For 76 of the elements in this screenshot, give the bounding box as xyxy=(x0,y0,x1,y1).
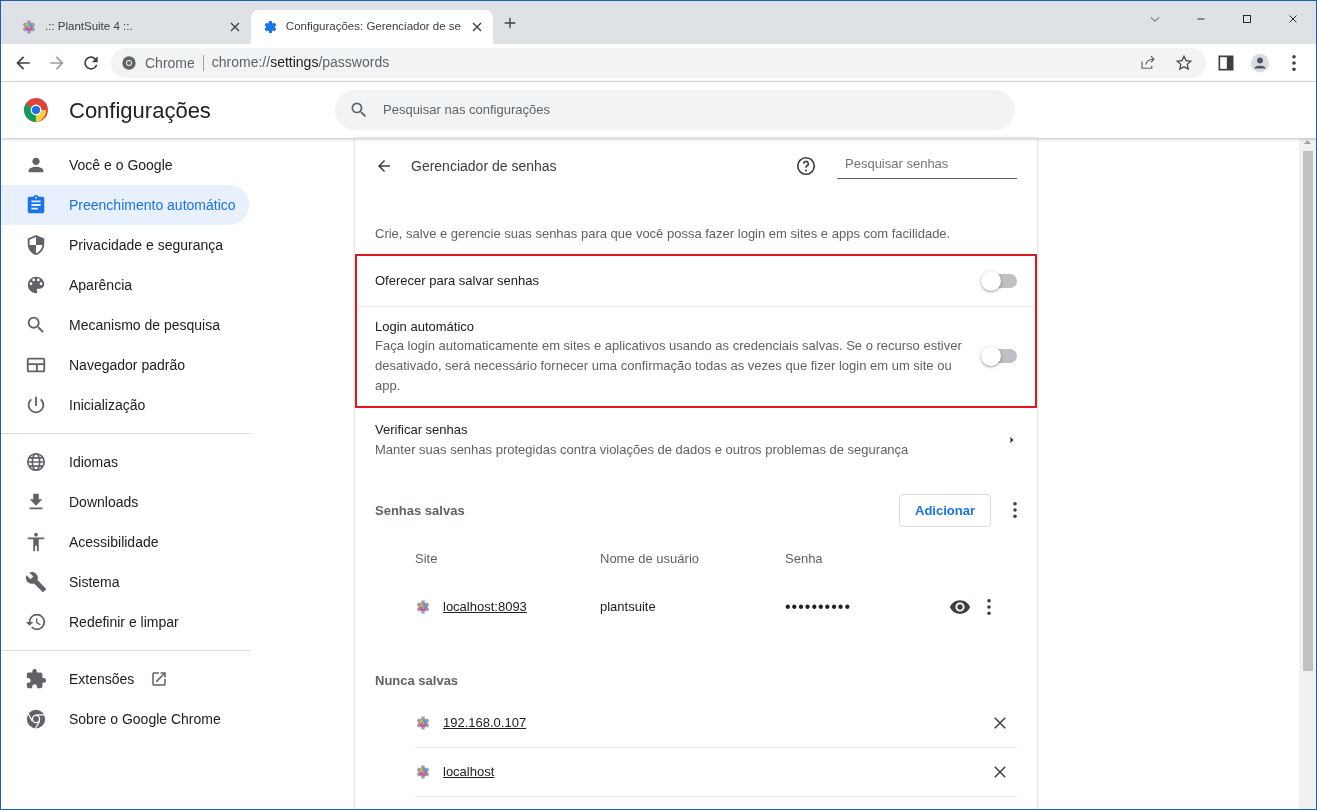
palette-icon xyxy=(25,274,47,296)
sidebar-item[interactable]: Sistema xyxy=(1,562,249,602)
setting-description: Manter suas senhas protegidas contra violações de dados e outros problemas de segurança xyxy=(375,440,910,459)
site-link[interactable]: localhost xyxy=(443,761,731,782)
sidebar-item[interactable]: Idiomas xyxy=(1,442,249,482)
chrome-logo-icon xyxy=(23,97,49,123)
clipboard-icon xyxy=(25,194,47,216)
sidebar-item[interactable]: Aparência xyxy=(1,265,249,305)
sidebar-item[interactable]: Redefinir e limpar xyxy=(1,602,249,642)
accessibility-icon xyxy=(25,531,47,553)
more-vertical-icon xyxy=(1013,502,1017,519)
globe-icon xyxy=(25,451,47,473)
maximize-icon xyxy=(1240,12,1254,26)
description-text: Crie, salve e gerencie suas senhas para que você possa fazer login em sites e apps com facilidade. xyxy=(374,225,952,243)
site-gear-icon xyxy=(415,714,431,731)
setting-label: Login automático xyxy=(375,317,475,336)
page-title: Configurações xyxy=(69,96,212,125)
browser-tab[interactable]: .:: PlantSuite 4 ::. xyxy=(9,10,251,44)
more-vertical-icon xyxy=(987,599,991,615)
password-dots: •••••••••• xyxy=(785,597,851,617)
toggle-switch[interactable] xyxy=(983,273,1017,288)
search-icon xyxy=(25,314,47,336)
address-bar[interactable]: Chrome chrome://settings/passwords xyxy=(111,47,1206,78)
site-chip-label: Chrome xyxy=(145,54,204,71)
username-text: plantsuite xyxy=(600,598,656,617)
toggle-switch[interactable] xyxy=(983,349,1017,364)
help-button[interactable] xyxy=(795,155,817,177)
site-link[interactable]: 192.168.0.107 xyxy=(443,712,747,733)
sidebar-item[interactable]: Privacidade e segurança xyxy=(1,225,249,265)
scrollbar[interactable] xyxy=(1299,138,1316,809)
setting-description: Faça login automaticamente em sites e aplicativos usando as credenciais salvas. Se o recurso estiver desativado, será necessário fornecer uma confirmação todas as vezes que fizer login em um site ou app. xyxy=(375,337,963,395)
section-heading: Senhas salvas xyxy=(375,501,466,520)
more-vertical-icon xyxy=(1292,54,1296,71)
column-header: Nome de usuário xyxy=(600,550,700,569)
password-search-field[interactable]: Pesquisar senhas xyxy=(843,152,1023,175)
shield-icon xyxy=(25,234,47,256)
settings-search-bar[interactable]: Pesquisar nas configurações xyxy=(335,90,1015,130)
sidebar-item[interactable]: Downloads xyxy=(1,482,249,522)
setting-label: Verificar senhas xyxy=(375,421,469,439)
url-text: chrome://settings/passwords xyxy=(211,53,391,72)
star-icon xyxy=(1175,53,1193,72)
sidebar-item[interactable]: Mecanismo de pesquisa xyxy=(1,305,249,345)
wrench-icon xyxy=(25,571,47,593)
settings-search-field[interactable]: Pesquisar nas configurações xyxy=(381,99,1001,121)
sidebar-item[interactable]: Sobre o Google Chrome xyxy=(1,699,249,739)
sidebar-item[interactable]: Navegador padrão xyxy=(1,345,249,385)
search-icon xyxy=(349,100,369,120)
share-icon xyxy=(1139,53,1157,72)
avatar-icon xyxy=(1250,52,1270,73)
chrome-logo-icon xyxy=(25,708,47,730)
gear-icon xyxy=(263,19,278,35)
sidebar-item[interactable]: Acessibilidade xyxy=(1,522,249,562)
site-link[interactable]: localhost:8093 xyxy=(443,597,527,617)
sidebar-item[interactable]: Extensões xyxy=(1,659,249,699)
more-button[interactable] xyxy=(1013,502,1017,519)
section-heading: Nunca salvas xyxy=(375,672,460,690)
sidebar-item[interactable]: Preenchimento automático xyxy=(1,185,249,225)
add-button[interactable]: Adicionar xyxy=(899,493,991,527)
help-icon xyxy=(795,155,817,177)
scroll-up-arrow-icon xyxy=(1303,138,1312,147)
site-gear-icon xyxy=(415,599,431,615)
chrome-logo-icon xyxy=(121,54,137,71)
setting-label: Oferecer para salvar senhas xyxy=(375,271,541,290)
section-title: Gerenciador de senhas xyxy=(411,156,558,176)
site-gear-icon xyxy=(21,19,37,35)
external-link-icon xyxy=(150,670,169,688)
power-icon xyxy=(25,394,47,416)
browser-tab[interactable]: Configurações: Gerenciador de se xyxy=(251,10,493,44)
sidebar-item[interactable]: Você e o Google xyxy=(1,145,249,185)
column-header: Senha xyxy=(785,550,824,569)
site-gear-icon xyxy=(415,763,431,780)
history-icon xyxy=(25,611,47,633)
more-button[interactable] xyxy=(987,599,991,615)
puzzle-icon xyxy=(25,668,47,690)
sidebar-item[interactable]: Inicialização xyxy=(1,385,249,425)
column-header: Site xyxy=(415,550,439,569)
